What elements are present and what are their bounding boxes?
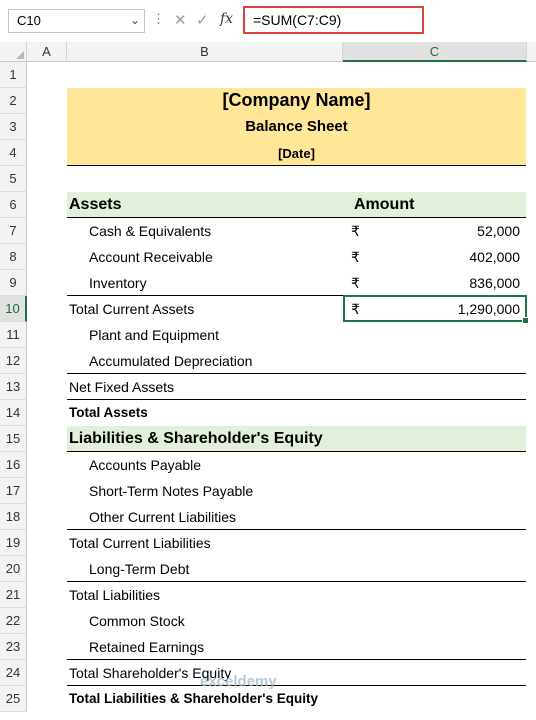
row-header-17[interactable]: 17 <box>0 478 27 504</box>
name-box-value: C10 <box>17 13 41 28</box>
row-header-14[interactable]: 14 <box>0 400 27 426</box>
currency-symbol: ₹ <box>351 223 360 239</box>
row-header-2[interactable]: 2 <box>0 88 27 114</box>
name-box[interactable]: C10 ⌄ <box>8 9 145 33</box>
enter-icon[interactable]: ✓ <box>196 11 209 29</box>
row-header-1[interactable]: 1 <box>0 62 27 88</box>
equity-label[interactable]: Retained Earnings <box>89 634 204 660</box>
row-header-16[interactable]: 16 <box>0 452 27 478</box>
select-all-corner[interactable] <box>0 42 27 62</box>
amount-heading[interactable]: Amount <box>354 192 414 218</box>
long-term-debt-label[interactable]: Long-Term Debt <box>89 556 189 582</box>
net-fixed-assets-label[interactable]: Net Fixed Assets <box>69 374 174 400</box>
assets-header-fill <box>67 192 526 218</box>
formula-input[interactable]: =SUM(C7:C9) <box>243 6 424 34</box>
asset-amount[interactable]: 52,000 <box>477 218 520 244</box>
asset-label[interactable]: Inventory <box>89 270 147 296</box>
row-header-15[interactable]: 15 <box>0 426 27 452</box>
row-header-19[interactable]: 19 <box>0 530 27 556</box>
row-header-3[interactable]: 3 <box>0 114 27 140</box>
column-header-d[interactable] <box>527 42 536 62</box>
total-current-assets-label[interactable]: Total Current Assets <box>69 296 194 322</box>
asset-amount[interactable]: 836,000 <box>469 270 520 296</box>
formula-bar-area: C10 ⌄ ⋮ ✕ ✓ fx =SUM(C7:C9) <box>0 0 536 43</box>
column-header-c[interactable]: C <box>343 42 527 62</box>
watermark-logo: exceldemy <box>200 673 277 690</box>
row-header-5[interactable]: 5 <box>0 166 27 192</box>
row-header-23[interactable]: 23 <box>0 634 27 660</box>
asset-label[interactable]: Cash & Equivalents <box>89 218 211 244</box>
company-name[interactable]: [Company Name] <box>67 90 526 111</box>
watermark-text: exceldemy <box>200 673 277 690</box>
more-options-icon[interactable]: ⋮ <box>152 11 165 27</box>
row-header-13[interactable]: 13 <box>0 374 27 400</box>
total-liabilities-equity-label[interactable]: Total Liabilities & Shareholder's Equity <box>69 686 318 712</box>
row-header-8[interactable]: 8 <box>0 244 27 270</box>
column-header-b[interactable]: B <box>67 42 343 62</box>
asset-amount[interactable]: 402,000 <box>469 244 520 270</box>
column-header-a[interactable]: A <box>27 42 67 62</box>
row-header-24[interactable]: 24 <box>0 660 27 686</box>
header-bottom-border <box>67 165 526 166</box>
active-cell-selection[interactable] <box>343 295 529 324</box>
liability-label[interactable]: Accounts Payable <box>89 452 201 478</box>
row-header-7[interactable]: 7 <box>0 218 27 244</box>
row-header-22[interactable]: 22 <box>0 608 27 634</box>
report-date[interactable]: [Date] <box>67 146 526 161</box>
row-header-4[interactable]: 4 <box>0 140 27 166</box>
sheet-title[interactable]: Balance Sheet <box>67 118 526 135</box>
total-current-liabilities-label[interactable]: Total Current Liabilities <box>69 530 211 556</box>
asset-label[interactable]: Account Receivable <box>89 244 213 270</box>
chevron-down-icon[interactable]: ⌄ <box>130 13 140 27</box>
row-header-12[interactable]: 12 <box>0 348 27 374</box>
liabilities-heading[interactable]: Liabilities & Shareholder's Equity <box>69 426 323 452</box>
fixed-asset-label[interactable]: Accumulated Depreciation <box>89 348 252 374</box>
row-header-9[interactable]: 9 <box>0 270 27 296</box>
currency-symbol: ₹ <box>351 275 360 291</box>
row-header-10[interactable]: 10 <box>0 296 27 322</box>
row-header-6[interactable]: 6 <box>0 192 27 218</box>
equity-label[interactable]: Common Stock <box>89 608 185 634</box>
worksheet-grid[interactable]: [Company Name] Balance Sheet [Date] Asse… <box>27 62 536 720</box>
row-header-21[interactable]: 21 <box>0 582 27 608</box>
total-liabilities-label[interactable]: Total Liabilities <box>69 582 160 608</box>
total-assets-label[interactable]: Total Assets <box>69 400 148 426</box>
currency-symbol: ₹ <box>351 249 360 265</box>
liability-label[interactable]: Other Current Liabilities <box>89 504 236 530</box>
fixed-asset-label[interactable]: Plant and Equipment <box>89 322 219 348</box>
insert-function-icon[interactable]: fx <box>220 11 233 27</box>
row-header-11[interactable]: 11 <box>0 322 27 348</box>
liability-label[interactable]: Short-Term Notes Payable <box>89 478 253 504</box>
row-header-25[interactable]: 25 <box>0 686 27 712</box>
formula-text: =SUM(C7:C9) <box>253 12 342 28</box>
row-header-18[interactable]: 18 <box>0 504 27 530</box>
assets-heading[interactable]: Assets <box>69 192 121 218</box>
row-header-20[interactable]: 20 <box>0 556 27 582</box>
cancel-icon[interactable]: ✕ <box>174 11 187 29</box>
